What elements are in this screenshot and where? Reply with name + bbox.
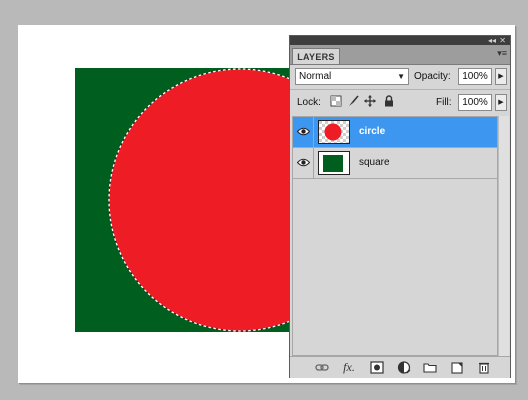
divider [293, 178, 497, 179]
circle-thumbnail-icon [319, 121, 349, 143]
layers-list: circle square [292, 116, 498, 356]
opacity-field[interactable]: 100% [458, 68, 492, 85]
blend-mode-select[interactable]: Normal ▼ [295, 68, 409, 85]
link-icon[interactable] [315, 361, 329, 374]
scrollbar[interactable] [498, 116, 509, 356]
tab-layers[interactable]: LAYERS [292, 48, 340, 64]
double-chevron-icon[interactable]: ◂◂ [488, 36, 496, 45]
fx-icon[interactable]: fx. [342, 361, 356, 374]
layer-row-circle[interactable]: circle [293, 117, 497, 147]
layer-row-square[interactable]: square [293, 148, 497, 178]
opacity-label: Opacity: [414, 71, 451, 82]
new-layer-icon[interactable] [450, 361, 464, 374]
divider [290, 89, 510, 90]
layer-name: circle [359, 126, 386, 137]
fill-stepper[interactable]: ▶ [495, 94, 507, 111]
triangle-right-icon: ▶ [498, 73, 504, 80]
lock-transparent-icon[interactable] [330, 95, 342, 107]
opacity-stepper[interactable]: ▶ [495, 68, 507, 85]
layers-panel: ◂◂ ✕ LAYERS ▾≡ Normal ▼ Opacity: 100% ▶ … [289, 35, 511, 378]
folder-icon[interactable] [423, 361, 437, 374]
lock-label: Lock: [297, 97, 321, 108]
eye-icon [297, 127, 310, 136]
visibility-toggle[interactable] [294, 117, 314, 147]
blend-mode-value: Normal [299, 71, 332, 82]
close-icon[interactable]: ✕ [499, 36, 506, 45]
lock-brush-icon[interactable] [347, 95, 359, 107]
panel-titlebar[interactable]: ◂◂ ✕ [290, 36, 510, 45]
panel-tabbar: LAYERS ▾≡ [290, 45, 510, 65]
layer-thumbnail [318, 120, 350, 144]
triangle-right-icon: ▶ [498, 99, 504, 106]
lock-move-icon[interactable] [364, 95, 376, 107]
square-thumbnail-icon [319, 152, 349, 174]
layer-name: square [359, 157, 390, 168]
panel-menu-icon[interactable]: ▾≡ [497, 48, 507, 59]
trash-icon[interactable] [477, 361, 491, 374]
layer-thumbnail [318, 151, 350, 175]
panel-bottom-bar: fx. [290, 356, 510, 378]
chevron-down-icon: ▼ [397, 72, 405, 81]
fill-field[interactable]: 100% [458, 94, 492, 111]
adjustment-icon[interactable] [397, 361, 411, 374]
lock-all-icon[interactable] [383, 95, 395, 107]
eye-icon [297, 158, 310, 167]
mask-icon[interactable] [370, 361, 384, 374]
fill-label: Fill: [436, 97, 452, 108]
visibility-toggle[interactable] [294, 148, 314, 178]
